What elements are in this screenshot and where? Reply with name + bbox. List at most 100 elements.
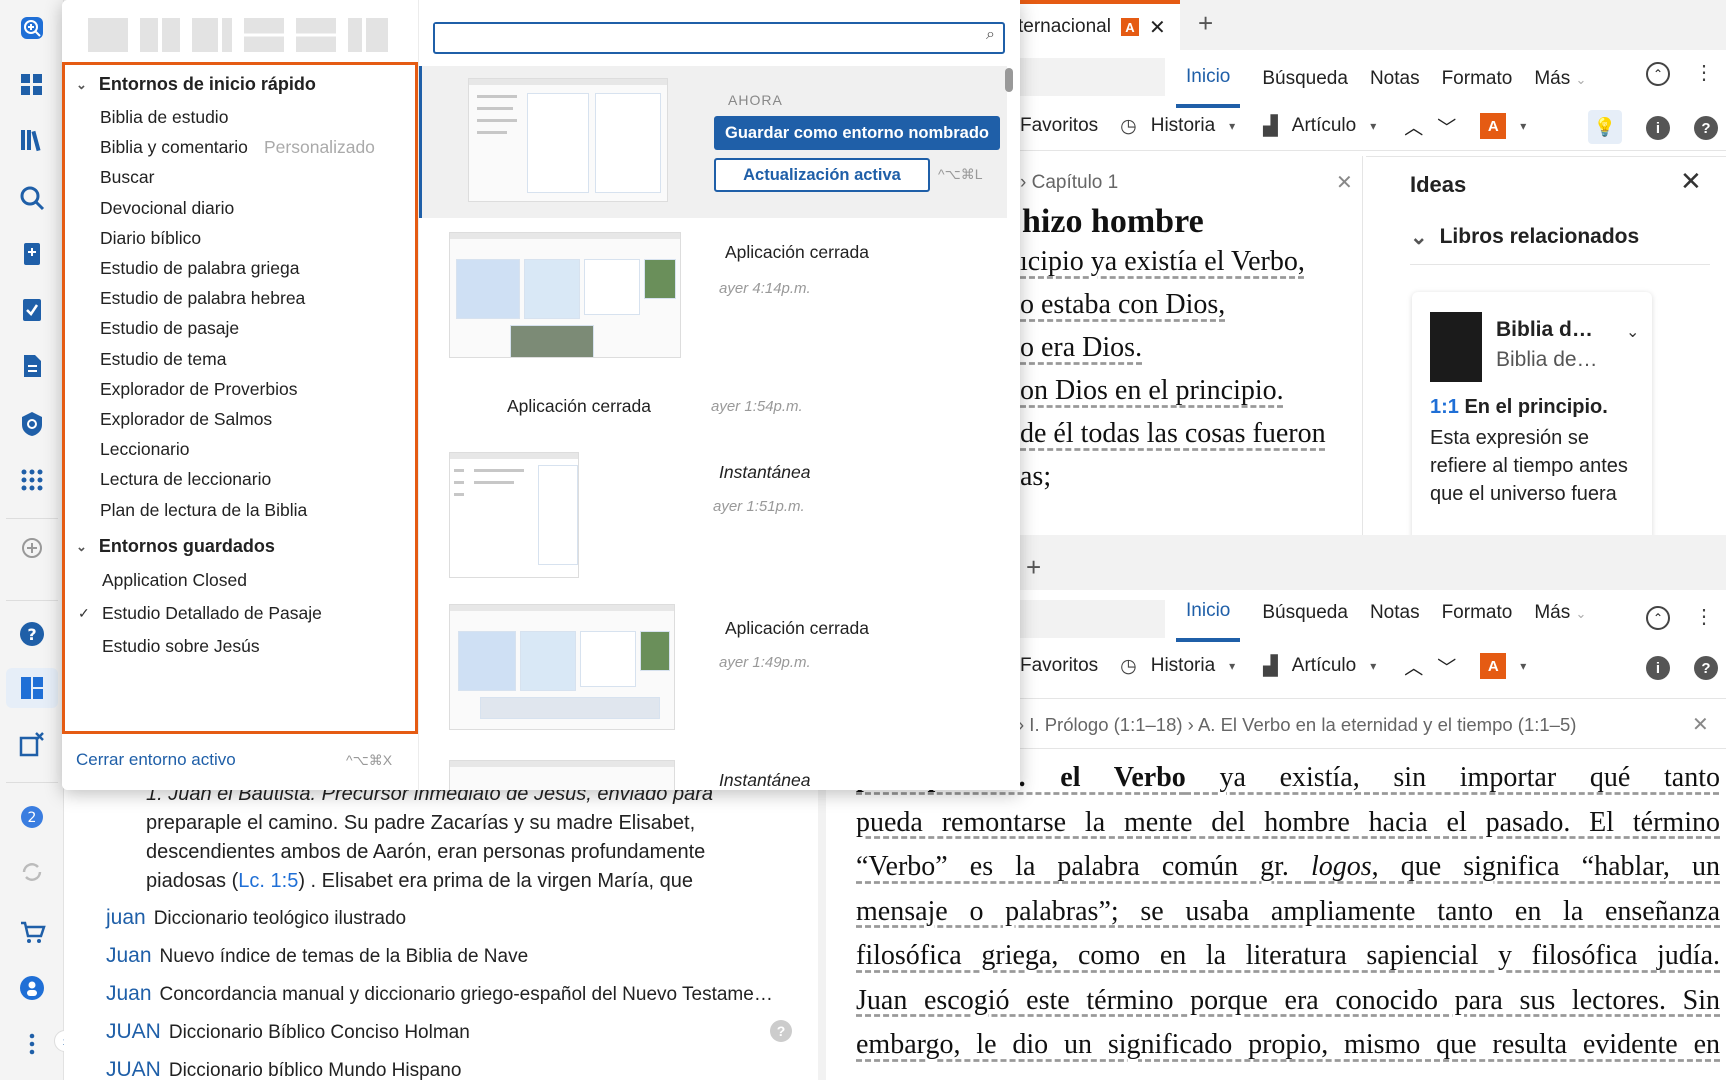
quick-start-item[interactable]: Diario bíblico	[100, 228, 201, 249]
article-button[interactable]: Artículo	[1292, 655, 1356, 677]
next-icon[interactable]: ﹀	[1437, 113, 1456, 140]
checklist-icon[interactable]	[12, 290, 52, 330]
saved-layout-item[interactable]: Estudio sobre Jesús	[102, 636, 260, 657]
reference-link[interactable]: Lc. 1:5	[238, 870, 298, 892]
close-pane-icon[interactable]: ✕	[1336, 170, 1353, 195]
document-icon[interactable]	[12, 346, 52, 386]
more-vertical-icon[interactable]: ⋮	[1694, 604, 1714, 629]
snapshot-name[interactable]: Aplicación cerrada	[507, 396, 651, 417]
info-icon[interactable]: i	[1646, 116, 1670, 140]
layout-three-column-icon[interactable]	[348, 18, 388, 52]
quick-start-item[interactable]: Estudio de palabra griega	[100, 258, 299, 279]
layout-single-icon[interactable]	[88, 18, 128, 52]
menu-busqueda[interactable]: Búsqueda	[1262, 68, 1348, 90]
quick-start-item[interactable]: Biblia y comentario	[100, 137, 248, 158]
snapshot-name[interactable]: Aplicación cerrada	[725, 618, 869, 639]
new-tab-icon[interactable]: +	[1026, 552, 1041, 583]
breadcrumb[interactable]: › I. Prólogo (1:1–18) › A. El Verbo en l…	[1018, 714, 1576, 736]
menu-inicio[interactable]: Inicio	[1176, 600, 1241, 642]
prev-icon[interactable]: ︿	[1404, 113, 1423, 140]
saved-layouts-header[interactable]: ⌄ Entornos guardados	[76, 536, 275, 557]
quick-start-item[interactable]: Explorador de Salmos	[100, 409, 272, 430]
menu-formato[interactable]: Formato	[1442, 602, 1513, 624]
quick-start-item[interactable]: Plan de lectura de la Biblia	[100, 500, 307, 521]
collapse-icon[interactable]: ⌃	[1646, 606, 1670, 630]
close-layout-icon[interactable]	[12, 724, 52, 764]
scrollbar-thumb[interactable]	[1005, 68, 1013, 92]
menu-notas[interactable]: Notas	[1370, 68, 1420, 90]
quick-start-item[interactable]: Biblia de estudio	[100, 107, 228, 128]
menu-formato[interactable]: Formato	[1442, 68, 1513, 90]
quick-start-item[interactable]: Estudio de tema	[100, 349, 226, 370]
book-card[interactable]: Biblia d… Biblia de… ⌄ 1:1 En el princip…	[1412, 292, 1652, 542]
dictionary-entry[interactable]: Juan Concordancia manual y diccionario gr…	[106, 982, 773, 1006]
quick-start-item[interactable]: Explorador de Proverbios	[100, 379, 297, 400]
dashboard-icon[interactable]	[12, 64, 52, 104]
cart-icon[interactable]	[12, 912, 52, 952]
layouts-icon[interactable]	[6, 668, 58, 708]
close-active-layout-link[interactable]: Cerrar entorno activo	[76, 750, 236, 770]
user-icon[interactable]	[12, 968, 52, 1008]
add-search-icon[interactable]	[12, 8, 52, 48]
menu-mas[interactable]: Más ⌄	[1534, 68, 1586, 90]
new-tab-icon[interactable]: +	[1198, 8, 1213, 39]
dictionary-entry[interactable]: JUAN Diccionario Bíblico Conciso Holman	[106, 1020, 470, 1044]
guides-icon[interactable]	[12, 234, 52, 274]
quick-start-item[interactable]: Estudio de pasaje	[100, 318, 239, 339]
next-icon[interactable]: ﹀	[1437, 653, 1456, 680]
notification-badge-icon[interactable]: 2	[12, 797, 52, 837]
quick-start-item[interactable]: Devocional diario	[100, 198, 234, 219]
help-icon[interactable]: ?	[1694, 116, 1718, 140]
pane-search-field[interactable]	[1010, 600, 1165, 638]
info-icon[interactable]: i	[1646, 656, 1670, 680]
dictionary-entry[interactable]: JUAN Diccionario bíblico Mundo Hispano	[106, 1058, 461, 1080]
layout-mixed-icon[interactable]	[244, 18, 284, 52]
save-named-layout-button[interactable]: Guardar como entorno nombrado	[714, 116, 1000, 150]
layout-two-row-icon[interactable]	[296, 18, 336, 52]
menu-inicio[interactable]: Inicio	[1176, 66, 1241, 108]
lightbulb-icon[interactable]: 💡	[1588, 110, 1622, 144]
library-icon[interactable]	[12, 120, 52, 160]
highlight-button[interactable]: A	[1480, 113, 1507, 139]
quick-start-item[interactable]: Leccionario	[100, 439, 190, 460]
highlight-button[interactable]: A	[1480, 653, 1507, 679]
saved-layout-item[interactable]: Application Closed	[102, 570, 247, 591]
quick-start-header[interactable]: ⌄ Entornos de inicio rápido	[76, 74, 316, 95]
snapshot-name[interactable]: Instantánea	[719, 462, 810, 483]
chevron-down-icon[interactable]: ⌄	[1626, 322, 1639, 342]
snapshot-thumbnail[interactable]	[449, 452, 579, 578]
snapshot-thumbnail[interactable]	[449, 232, 681, 358]
snapshot-thumbnail[interactable]	[449, 760, 675, 790]
collapse-icon[interactable]: ⌃	[1646, 62, 1670, 86]
snapshot-name[interactable]: Aplicación cerrada	[725, 242, 869, 263]
more-vertical-icon[interactable]: ⋮	[1694, 60, 1714, 85]
menu-mas[interactable]: Más ⌄	[1534, 602, 1586, 624]
close-pane-icon[interactable]: ✕	[1692, 712, 1709, 737]
menu-busqueda[interactable]: Búsqueda	[1262, 602, 1348, 624]
history-button[interactable]: Historia	[1151, 655, 1215, 677]
dictionary-entry[interactable]: Juan Nuevo índice de temas de la Biblia d…	[106, 944, 528, 968]
history-button[interactable]: Historia	[1151, 115, 1215, 137]
active-update-button[interactable]: Actualización activa	[714, 158, 930, 192]
layouts-search-input[interactable]: ⌕	[433, 22, 1005, 54]
dictionary-entry[interactable]: juan Diccionario teológico ilustrado	[106, 906, 406, 930]
close-ideas-icon[interactable]: ✕	[1680, 166, 1702, 197]
favorites-button[interactable]: Favoritos	[1020, 115, 1098, 137]
related-books-section[interactable]: ⌄ Libros relacionados	[1410, 225, 1639, 250]
verse-ref[interactable]: 1:1	[1430, 396, 1459, 418]
layouts-search-field[interactable]	[435, 24, 955, 50]
pane-search-field[interactable]	[1010, 58, 1165, 96]
layout-two-column-icon[interactable]	[140, 18, 180, 52]
quick-start-item[interactable]: Buscar	[100, 167, 154, 188]
snapshot-thumbnail[interactable]	[449, 604, 675, 730]
favorites-button[interactable]: Favoritos	[1020, 655, 1098, 677]
quick-start-item[interactable]: Estudio de palabra hebrea	[100, 288, 305, 309]
article-button[interactable]: Artículo	[1292, 115, 1356, 137]
add-circle-icon[interactable]	[12, 528, 52, 568]
quick-start-item[interactable]: Lectura de leccionario	[100, 469, 271, 490]
shield-icon[interactable]	[12, 404, 52, 444]
greek-term-link[interactable]: logos	[1311, 851, 1372, 882]
search-icon[interactable]	[12, 178, 52, 218]
sync-icon[interactable]	[12, 852, 52, 892]
close-tab-icon[interactable]: ✕	[1149, 15, 1166, 40]
